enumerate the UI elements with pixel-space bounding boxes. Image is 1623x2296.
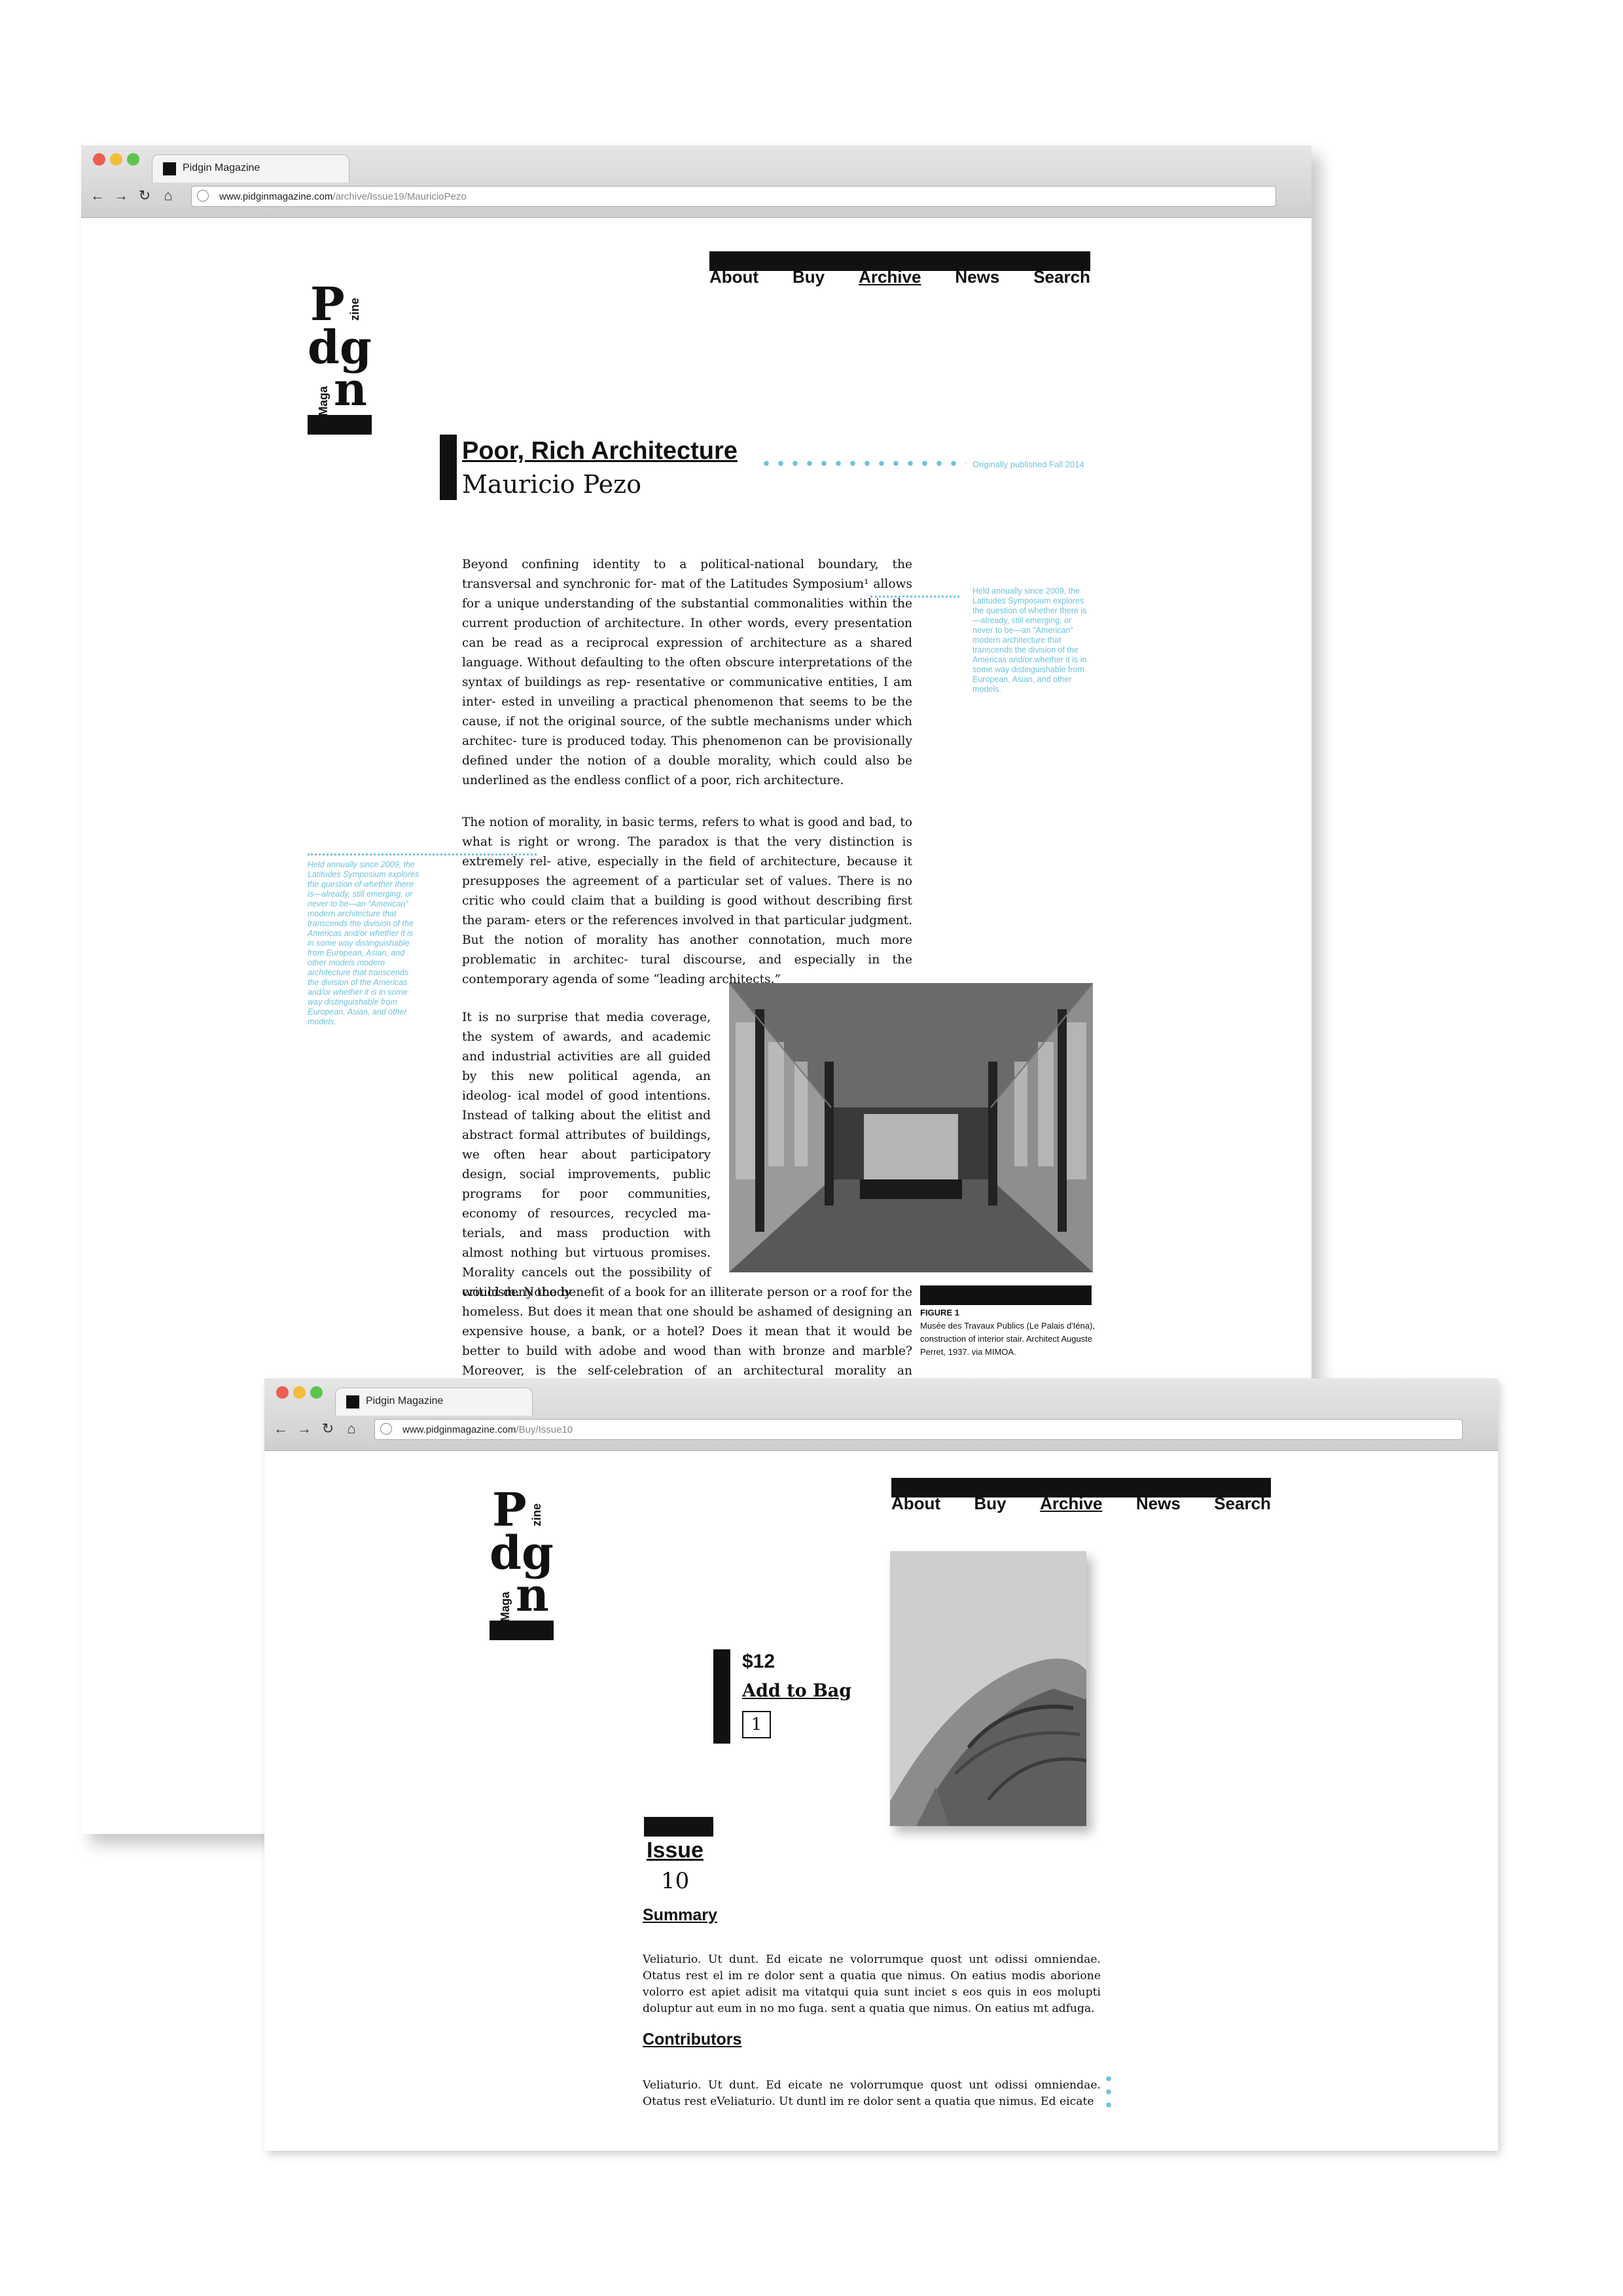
sidenote-right: Held annually since 2009, the Latitudes … [972, 586, 1087, 694]
favicon-icon [346, 1395, 359, 1408]
nav-about[interactable]: About [891, 1494, 940, 1514]
reload-icon[interactable]: ↻ [321, 1419, 335, 1439]
home-icon[interactable]: ⌂ [344, 1419, 359, 1439]
nav-buy[interactable]: Buy [974, 1494, 1007, 1514]
contributors-heading: Contributors [643, 2030, 742, 2049]
tab-title: Pidgin Magazine [183, 162, 260, 173]
tab-title: Pidgin Magazine [366, 1395, 444, 1407]
browser-tab[interactable]: Pidgin Magazine [335, 1388, 533, 1416]
pidgin-logo[interactable]: P zine dg Maga n [308, 281, 380, 445]
nav-news[interactable]: News [1136, 1494, 1181, 1514]
sidenote-left: Held annually since 2009, the Latitudes … [308, 860, 419, 1026]
article-author: Mauricio Pezo [462, 470, 641, 499]
main-nav: About Buy Archive News Search [709, 267, 1090, 287]
issue-cover-image[interactable] [890, 1551, 1086, 1826]
figure-label: FIGURE 1 [920, 1308, 959, 1318]
url-text: www.pidginmagazine.com/Buy/Issue10 [402, 1424, 573, 1435]
pidgin-logo[interactable]: P zine dg Maga n [490, 1487, 562, 1651]
issue-number: 10 [661, 1868, 690, 1894]
logo-bar [490, 1621, 554, 1640]
globe-icon [197, 190, 209, 202]
back-arrow-icon[interactable]: ← [90, 186, 105, 206]
published-note: Originally published Fall 2014 [972, 459, 1084, 469]
issue-label: Issue [647, 1838, 704, 1863]
browser-window-buy: Pidgin Magazine ← → ↻ ⌂ www.pidginmagazi… [264, 1378, 1498, 2151]
browser-tab[interactable]: Pidgin Magazine [152, 154, 349, 183]
buy-accent-bar [713, 1649, 730, 1744]
reload-icon[interactable]: ↻ [137, 186, 152, 206]
scroll-indicator-dots[interactable] [1106, 2072, 1111, 2114]
browser-chrome: Pidgin Magazine ← → ↻ ⌂ www.pidginmagazi… [81, 145, 1311, 218]
figure-caption: Musée des Travaux Publics (Le Palais d'I… [920, 1321, 1095, 1357]
minimize-window-button[interactable] [293, 1386, 306, 1399]
nav-search[interactable]: Search [1033, 267, 1090, 287]
minimize-window-button[interactable] [110, 153, 122, 166]
globe-icon [380, 1423, 392, 1435]
maximize-window-button[interactable] [127, 153, 139, 166]
logo-bar [308, 415, 372, 435]
window-controls [93, 153, 139, 166]
quantity-field[interactable]: 1 [742, 1711, 771, 1738]
article-title[interactable]: Poor, Rich Architecture [462, 437, 738, 465]
title-accent-bar [440, 435, 457, 500]
pigeon-cover-art [890, 1551, 1086, 1826]
contributors-text: Veliaturio. Ut dunt. Ed eicate ne volorr… [643, 2079, 1101, 2108]
forward-arrow-icon[interactable]: → [114, 186, 128, 206]
add-to-bag-link[interactable]: Add to Bag [742, 1681, 851, 1701]
browser-chrome: Pidgin Magazine ← → ↻ ⌂ www.pidginmagazi… [264, 1378, 1498, 1451]
article-paragraph-3: It is no surprise that media coverage, t… [462, 1011, 711, 1299]
nav-news[interactable]: News [955, 267, 999, 287]
summary-heading: Summary [643, 1906, 717, 1924]
nav-search[interactable]: Search [1214, 1494, 1271, 1514]
forward-arrow-icon[interactable]: → [297, 1419, 312, 1439]
browser-nav-buttons: ← → ↻ ⌂ [274, 1419, 359, 1439]
back-arrow-icon[interactable]: ← [274, 1419, 288, 1439]
figure-photo [729, 983, 1093, 1272]
church-interior-image [729, 983, 1093, 1272]
nav-archive[interactable]: Archive [859, 267, 921, 287]
browser-nav-buttons: ← → ↻ ⌂ [90, 186, 175, 206]
maximize-window-button[interactable] [310, 1386, 323, 1399]
dotted-leader [759, 461, 966, 466]
article-paragraph-2: The notion of morality, in basic terms, … [462, 816, 912, 986]
footnote-connector-left [308, 853, 537, 855]
home-icon[interactable]: ⌂ [161, 186, 175, 206]
price-label: $12 [742, 1651, 776, 1672]
address-bar[interactable]: www.pidginmagazine.com/archive/Issue19/M… [191, 186, 1276, 207]
article-paragraph-1: Beyond confining identity to a political… [462, 558, 912, 787]
nav-archive[interactable]: Archive [1040, 1494, 1102, 1514]
address-bar[interactable]: www.pidginmagazine.com/Buy/Issue10 [374, 1419, 1463, 1440]
main-nav: About Buy Archive News Search [891, 1494, 1271, 1514]
nav-about[interactable]: About [709, 267, 758, 287]
figure-label-bar [920, 1285, 1092, 1305]
issue-label-bar [644, 1817, 713, 1837]
window-controls [276, 1386, 323, 1399]
close-window-button[interactable] [93, 153, 105, 166]
nav-buy[interactable]: Buy [793, 267, 825, 287]
favicon-icon [163, 162, 176, 175]
footnote-connector [870, 596, 959, 598]
summary-text: Veliaturio. Ut dunt. Ed eicate ne volorr… [643, 1953, 1101, 2015]
close-window-button[interactable] [276, 1386, 289, 1399]
url-text: www.pidginmagazine.com/archive/Issue19/M… [219, 191, 467, 202]
